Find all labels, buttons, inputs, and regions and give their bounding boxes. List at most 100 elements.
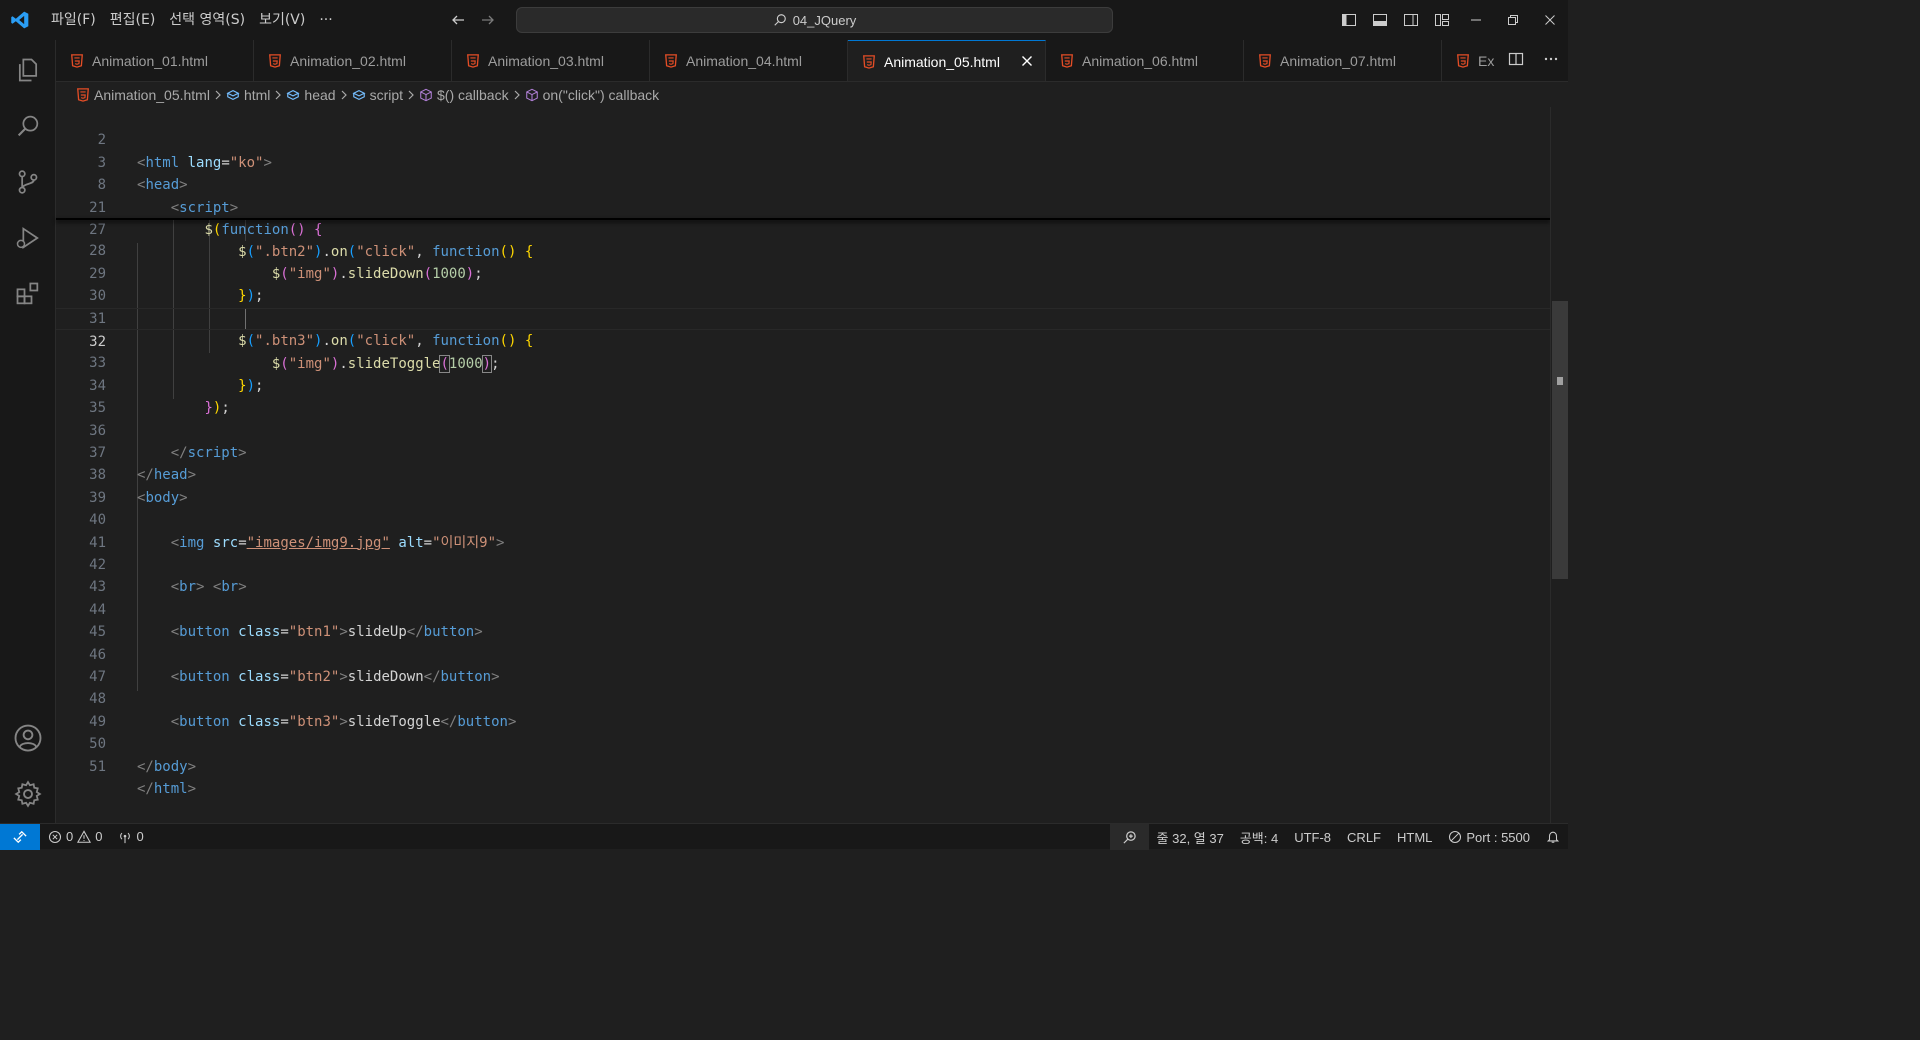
- search-view-button[interactable]: [0, 98, 56, 154]
- remote-window-button[interactable]: [0, 823, 40, 850]
- code-line: 40 <img src="images/img9.jpg" alt="이미지9"…: [56, 487, 1550, 550]
- toggle-secondary-sidebar-button[interactable]: [1395, 0, 1426, 40]
- breadcrumb-label: Animation_05.html: [94, 87, 210, 103]
- tab-animation-05[interactable]: Animation_05.html: [848, 40, 1046, 81]
- close-icon: [1544, 15, 1555, 25]
- restore-icon: [1507, 15, 1518, 25]
- breadcrumb-html[interactable]: html: [226, 87, 270, 103]
- code-line: 21 $(function() {: [56, 174, 1550, 238]
- menu-edit[interactable]: 편집(E): [103, 0, 163, 40]
- html5-file-icon: [863, 54, 875, 69]
- breadcrumb-script[interactable]: script: [352, 87, 403, 103]
- code-line: 45: [56, 599, 1550, 640]
- breadcrumb-label: script: [369, 87, 404, 103]
- search-icon: [774, 14, 786, 26]
- back-button[interactable]: [446, 8, 470, 32]
- scrollbar-thumb[interactable]: [1552, 301, 1568, 579]
- element-cube-icon: [286, 89, 300, 101]
- breadcrumb-callback[interactable]: $() callback: [419, 87, 509, 103]
- code-line: 8 <script>: [56, 152, 1550, 215]
- workspace-name: 04_JQuery: [792, 12, 857, 28]
- tab-animation-02[interactable]: Animation_02.html: [254, 40, 452, 81]
- minimize-icon: [1470, 19, 1481, 21]
- warning-count: 0: [95, 829, 103, 844]
- breadcrumb-on-click-callback[interactable]: on("click") callback: [525, 87, 659, 103]
- chevron-right-icon: [339, 90, 349, 100]
- cursor-position[interactable]: 줄 32, 열 37: [1149, 824, 1232, 850]
- code-line: 51 </html>: [56, 733, 1550, 797]
- notifications-button[interactable]: [1538, 824, 1568, 850]
- end-of-line[interactable]: CRLF: [1339, 824, 1389, 850]
- error-icon: [48, 830, 62, 843]
- warning-icon: [77, 829, 92, 843]
- broadcast-icon: [120, 832, 131, 843]
- toggle-panel-button[interactable]: [1364, 0, 1395, 40]
- code-line: 50 </body>: [56, 711, 1550, 774]
- encoding[interactable]: UTF-8: [1286, 824, 1339, 850]
- code-line: 2 <html lang="ko">: [56, 107, 1550, 170]
- tab-animation-06[interactable]: Animation_06.html: [1046, 40, 1244, 81]
- status-right: 줄 32, 열 37 공백: 4 UTF-8 CRLF HTML Port : …: [1109, 824, 1568, 850]
- tab-animation-07[interactable]: Animation_07.html: [1244, 40, 1442, 81]
- live-server-port[interactable]: Port : 5500: [1440, 824, 1538, 850]
- language-mode[interactable]: HTML: [1389, 824, 1440, 850]
- tab-ex-partial[interactable]: Ex: [1442, 40, 1502, 81]
- code-line: 27 $(".btn2").on("click", function() {: [56, 197, 1550, 260]
- restore-button[interactable]: [1494, 0, 1531, 40]
- extensions-button[interactable]: [0, 266, 56, 322]
- run-and-debug-button[interactable]: [0, 210, 56, 266]
- tab-animation-04[interactable]: Animation_04.html: [650, 40, 848, 81]
- code-line: 37 </head>: [56, 420, 1550, 483]
- problems-indicator[interactable]: 0 0: [40, 824, 110, 850]
- code-line: 36 </script>: [56, 397, 1550, 461]
- code-line: 47: [56, 644, 1550, 685]
- editor-tabs: Animation_01.html Animation_02.html Anim…: [56, 40, 1568, 82]
- remote-icon: [13, 830, 27, 843]
- arrow-left-icon: [452, 15, 464, 25]
- tab-animation-01[interactable]: Animation_01.html: [56, 40, 254, 81]
- more-actions-button[interactable]: [1543, 51, 1559, 70]
- menu-view[interactable]: 보기(V): [252, 0, 312, 40]
- html5-file-icon: [77, 88, 89, 102]
- line-number: 51: [89, 758, 106, 775]
- accounts-button[interactable]: [0, 710, 56, 766]
- command-center-search[interactable]: 04_JQuery: [516, 7, 1113, 33]
- html5-file-icon: [665, 53, 677, 68]
- arrow-right-icon: [482, 15, 494, 25]
- code-text: </html>: [137, 781, 197, 797]
- tab-animation-03[interactable]: Animation_03.html: [452, 40, 650, 81]
- tab-label: Animation_03.html: [488, 52, 604, 69]
- customize-layout-button[interactable]: [1426, 0, 1457, 40]
- breadcrumb-label: head: [304, 87, 336, 103]
- tab-label: Animation_04.html: [686, 52, 802, 69]
- code-text: </body>: [137, 758, 197, 775]
- indentation[interactable]: 공백: 4: [1232, 824, 1286, 850]
- breadcrumb-head[interactable]: head: [286, 87, 336, 103]
- manage-settings-button[interactable]: [0, 766, 56, 822]
- tab-close-button[interactable]: [1019, 53, 1035, 69]
- menu-more-button[interactable]: ···: [312, 0, 339, 40]
- source-control-button[interactable]: [0, 154, 56, 210]
- files-icon: [18, 58, 38, 82]
- html5-file-icon: [1259, 53, 1271, 68]
- element-cube-icon: [226, 89, 240, 101]
- forward-button[interactable]: [476, 8, 500, 32]
- status-bar: 0 0 0 줄 32, 열 37 공백: 4 UTF-8 CRLF HTML P…: [0, 823, 1568, 850]
- bell-icon: [1546, 831, 1560, 843]
- explorer-button[interactable]: [0, 42, 56, 98]
- sidebar-right-icon: [1403, 14, 1418, 26]
- menu-selection[interactable]: 선택 영역(S): [162, 0, 252, 40]
- menu-file[interactable]: 파일(F): [44, 0, 103, 40]
- minimize-button[interactable]: [1457, 0, 1494, 40]
- toggle-primary-sidebar-button[interactable]: [1333, 0, 1364, 40]
- breadcrumb-file[interactable]: Animation_05.html: [76, 87, 210, 103]
- code-editor[interactable]: 2 <html lang="ko"> 3 <head> 8 <script> 2…: [56, 107, 1550, 823]
- menu-bar: 파일(F) 편집(E) 선택 영역(S) 보기(V) ···: [44, 0, 340, 40]
- vertical-scrollbar[interactable]: [1550, 107, 1568, 823]
- chevron-right-icon: [406, 90, 416, 100]
- split-editor-button[interactable]: [1508, 51, 1524, 70]
- account-icon: [14, 724, 42, 752]
- ports-indicator[interactable]: 0: [110, 824, 151, 850]
- zoom-button[interactable]: [1109, 824, 1149, 850]
- close-window-button[interactable]: [1531, 0, 1568, 40]
